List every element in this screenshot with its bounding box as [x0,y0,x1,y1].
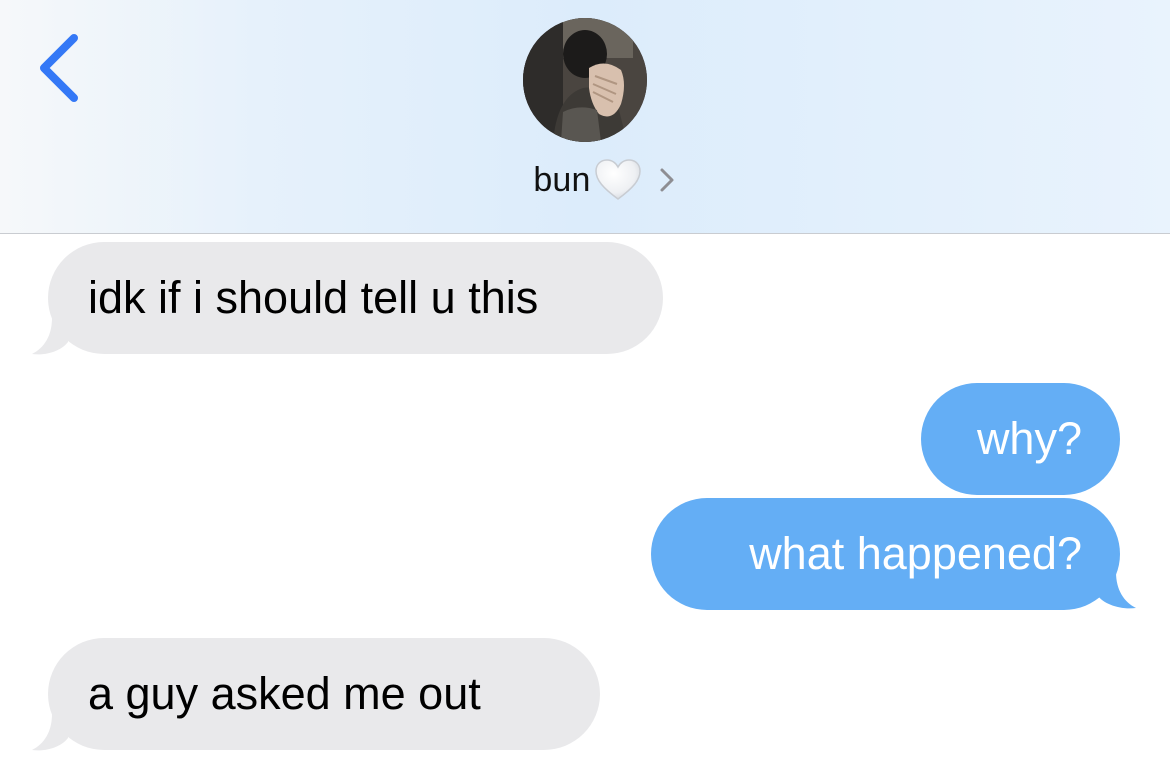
message-text: idk if i should tell u this [88,272,539,323]
chevron-right-icon [660,168,674,192]
message-text: what happened? [749,528,1082,579]
message-bubble-received[interactable]: a guy asked me out [48,638,600,750]
message-bubble-sent[interactable]: what happened? [651,498,1120,610]
avatar-photo [523,18,647,142]
contact-avatar[interactable] [523,18,647,142]
contact-name: bun [533,160,591,199]
message-text: a guy asked me out [88,668,481,719]
message-text: why? [976,413,1082,464]
message-bubble-received[interactable]: idk if i should tell u this [48,242,663,354]
contact-details-button[interactable]: bun [0,150,1170,210]
back-button[interactable] [30,28,90,108]
message-bubble-sent[interactable]: why? [921,383,1120,495]
chevron-left-icon [40,34,78,102]
conversation-header: bun [0,0,1170,234]
white-heart-icon [594,159,641,200]
